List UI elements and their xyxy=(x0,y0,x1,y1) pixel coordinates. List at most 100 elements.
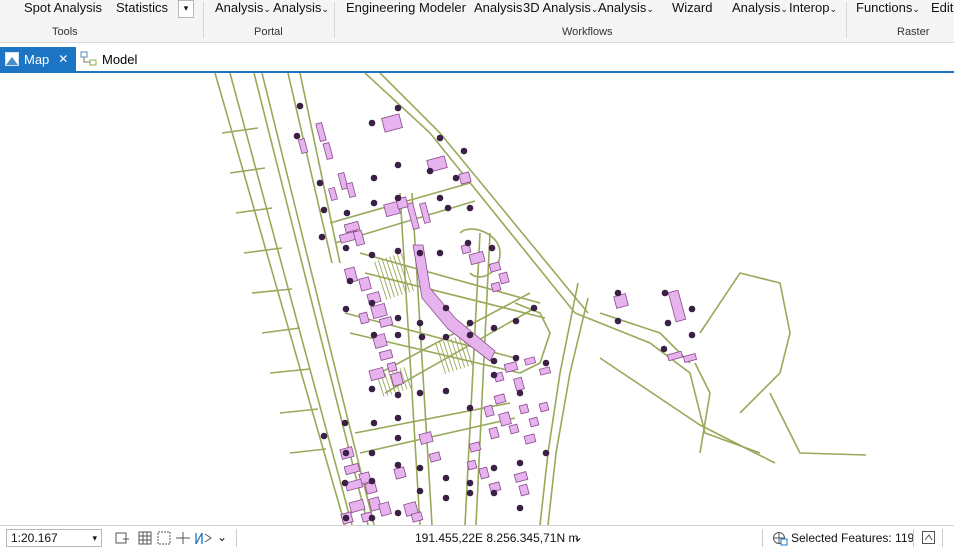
tab-map-label: Map xyxy=(24,51,50,67)
building xyxy=(538,366,552,376)
view-tabs: Map ✕ Model xyxy=(0,47,954,73)
building xyxy=(538,401,550,413)
building xyxy=(419,202,431,224)
point-feature xyxy=(442,387,450,395)
chevron-down-icon: ⌄ xyxy=(780,4,788,14)
statistics-button[interactable]: Statistics xyxy=(116,0,168,15)
point-feature xyxy=(368,514,376,522)
point-feature xyxy=(442,304,450,312)
building xyxy=(322,142,334,160)
building xyxy=(613,293,629,309)
building xyxy=(528,416,540,428)
ribbon: Spot Analysis Statistics ▾ Tools Analysi… xyxy=(0,0,954,43)
point-feature xyxy=(466,319,474,327)
building xyxy=(418,431,434,445)
parking-stripe xyxy=(446,339,458,371)
point-feature xyxy=(490,371,498,379)
point-feature xyxy=(436,134,444,142)
point-feature xyxy=(342,244,350,252)
building xyxy=(466,459,478,471)
point-feature xyxy=(436,194,444,202)
spot-analysis-button[interactable]: Spot Analysis xyxy=(24,0,102,15)
point-feature xyxy=(416,464,424,472)
3d-analysis-dropdown[interactable]: 3D Analysis⌄ xyxy=(523,0,598,15)
point-feature xyxy=(466,331,474,339)
point-feature xyxy=(542,449,550,457)
point-feature xyxy=(370,331,378,339)
point-feature xyxy=(688,331,696,339)
tab-map[interactable]: Map ✕ xyxy=(0,47,76,71)
functions-dropdown[interactable]: Functions⌄ xyxy=(856,0,920,15)
selected-features-count: Selected Features: 119 xyxy=(791,531,915,545)
point-feature xyxy=(466,204,474,212)
point-feature xyxy=(394,161,402,169)
map-view[interactable] xyxy=(0,72,954,526)
point-feature xyxy=(490,324,498,332)
point-feature xyxy=(466,489,474,497)
interop-dropdown[interactable]: Interop⌄ xyxy=(789,0,837,15)
scale-value: 1:20.167 xyxy=(11,531,58,545)
building xyxy=(358,276,372,292)
building xyxy=(667,289,687,323)
editor-button[interactable]: Edito xyxy=(931,0,954,15)
chevron-down-icon[interactable]: ▾ xyxy=(92,533,97,544)
analysis-dropdown-1[interactable]: Analysis⌄ xyxy=(215,0,271,15)
building xyxy=(328,186,338,202)
scale-dropdown[interactable]: 1:20.167 ▾ xyxy=(6,529,102,547)
point-feature xyxy=(436,249,444,257)
point-feature xyxy=(516,389,524,397)
status-separator xyxy=(236,529,237,547)
analysis-dropdown-4[interactable]: Analysis⌄ xyxy=(732,0,788,15)
parking-stripe xyxy=(403,367,412,389)
map-canvas[interactable] xyxy=(0,72,954,526)
building xyxy=(428,451,442,463)
building xyxy=(508,423,520,435)
point-feature xyxy=(320,432,328,440)
building xyxy=(518,403,530,415)
point-feature xyxy=(394,314,402,322)
building xyxy=(513,471,529,483)
group-separator xyxy=(203,2,204,38)
point-feature xyxy=(416,249,424,257)
point-feature xyxy=(293,132,301,140)
building xyxy=(406,202,420,230)
point-feature xyxy=(342,305,350,313)
building xyxy=(523,356,537,366)
point-feature xyxy=(343,209,351,217)
building xyxy=(345,181,357,199)
gallery-more-icon[interactable]: ▾ xyxy=(178,0,194,18)
tab-model[interactable]: Model xyxy=(80,47,150,71)
modeler-button[interactable]: Modeler xyxy=(419,0,466,15)
wizard-button[interactable]: Wizard xyxy=(672,0,712,15)
selection-globe-icon[interactable] xyxy=(772,530,788,546)
analysis-dropdown-3[interactable]: Analysis⌄ xyxy=(598,0,654,15)
point-feature xyxy=(394,434,402,442)
point-feature xyxy=(442,333,450,341)
point-feature xyxy=(516,459,524,467)
group-separator xyxy=(334,2,335,38)
chevron-down-icon[interactable]: ⌄ xyxy=(573,530,583,544)
point-feature xyxy=(664,319,672,327)
engineering-button[interactable]: Engineering xyxy=(346,0,415,15)
point-feature xyxy=(416,389,424,397)
chevron-down-icon[interactable]: ⌄ xyxy=(217,530,227,544)
point-feature xyxy=(452,174,460,182)
point-feature xyxy=(512,317,520,325)
analysis-button[interactable]: Analysis xyxy=(474,0,522,15)
analysis-dropdown-2[interactable]: Analysis⌄ xyxy=(273,0,329,15)
pause-drawing-icon[interactable] xyxy=(921,530,937,546)
building xyxy=(343,462,361,476)
map-icon xyxy=(5,52,19,66)
point-feature xyxy=(368,119,376,127)
close-icon[interactable]: ✕ xyxy=(58,52,68,66)
building xyxy=(352,229,366,247)
point-feature xyxy=(660,345,668,353)
building xyxy=(393,466,407,480)
status-separator xyxy=(913,529,914,547)
building xyxy=(498,411,512,427)
point-feature xyxy=(368,251,376,259)
group-label-raster: Raster xyxy=(897,26,930,38)
building xyxy=(682,353,698,363)
nav-tools-icon[interactable] xyxy=(114,530,224,548)
road-network xyxy=(214,72,867,526)
